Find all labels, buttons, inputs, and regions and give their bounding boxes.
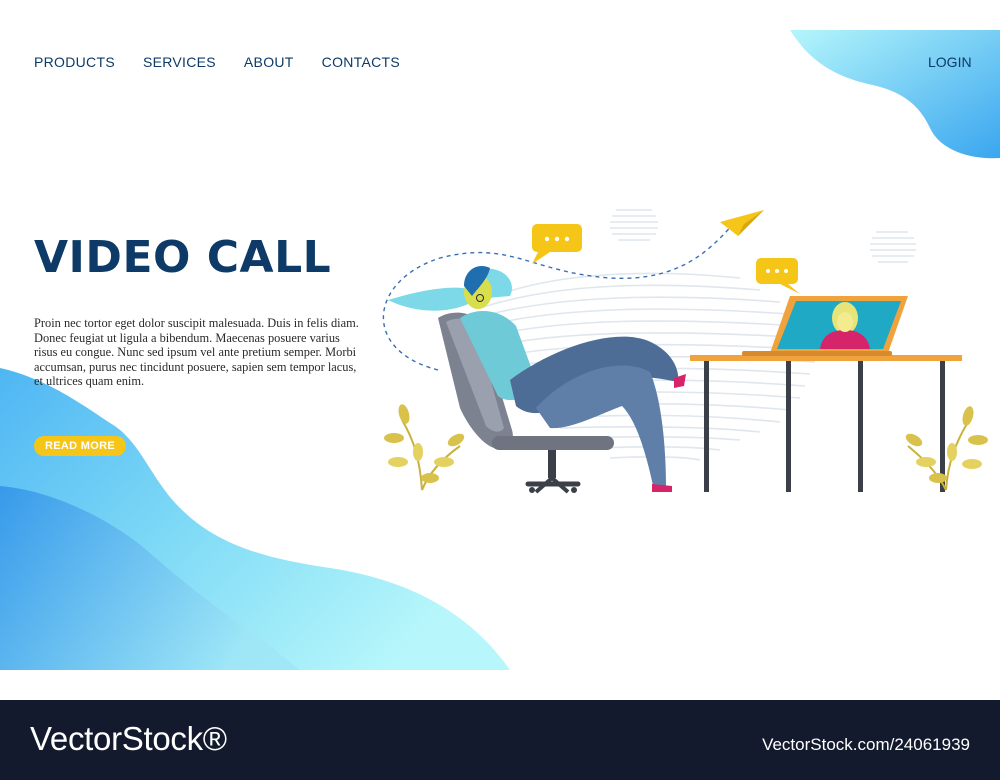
- watermark-footer: VectorStock® VectorStock.com/24061939: [0, 700, 1000, 780]
- plant-icon: [905, 406, 988, 491]
- login-link[interactable]: LOGIN: [928, 54, 972, 70]
- watermark-image-id: VectorStock.com/24061939: [762, 735, 970, 754]
- top-nav: PRODUCTS SERVICES ABOUT CONTACTS: [34, 54, 400, 70]
- video-call-illustration: [382, 209, 988, 494]
- chat-bubble-icon: [756, 258, 800, 294]
- watermark-logo: VectorStock®: [30, 720, 227, 757]
- striped-circle-decoration: [610, 209, 658, 241]
- chat-bubble-icon: [532, 224, 582, 264]
- nav-item-contacts[interactable]: CONTACTS: [322, 54, 400, 70]
- man-relaxing: [388, 266, 686, 492]
- plant-icon: [384, 404, 465, 491]
- landing-page: PRODUCTS SERVICES ABOUT CONTACTS LOGIN V…: [0, 0, 1000, 700]
- desk: [690, 355, 962, 492]
- read-more-button[interactable]: READ MORE: [34, 436, 126, 456]
- nav-item-products[interactable]: PRODUCTS: [34, 54, 115, 70]
- nav-item-about[interactable]: ABOUT: [244, 54, 294, 70]
- hero-body-text: Proin nec tortor eget dolor suscipit mal…: [34, 316, 359, 389]
- nav-item-services[interactable]: SERVICES: [143, 54, 216, 70]
- striped-circle-decoration: [870, 231, 916, 263]
- hero-title: VIDEO CALL: [34, 232, 332, 283]
- top-right-wave-decoration: [790, 30, 1000, 159]
